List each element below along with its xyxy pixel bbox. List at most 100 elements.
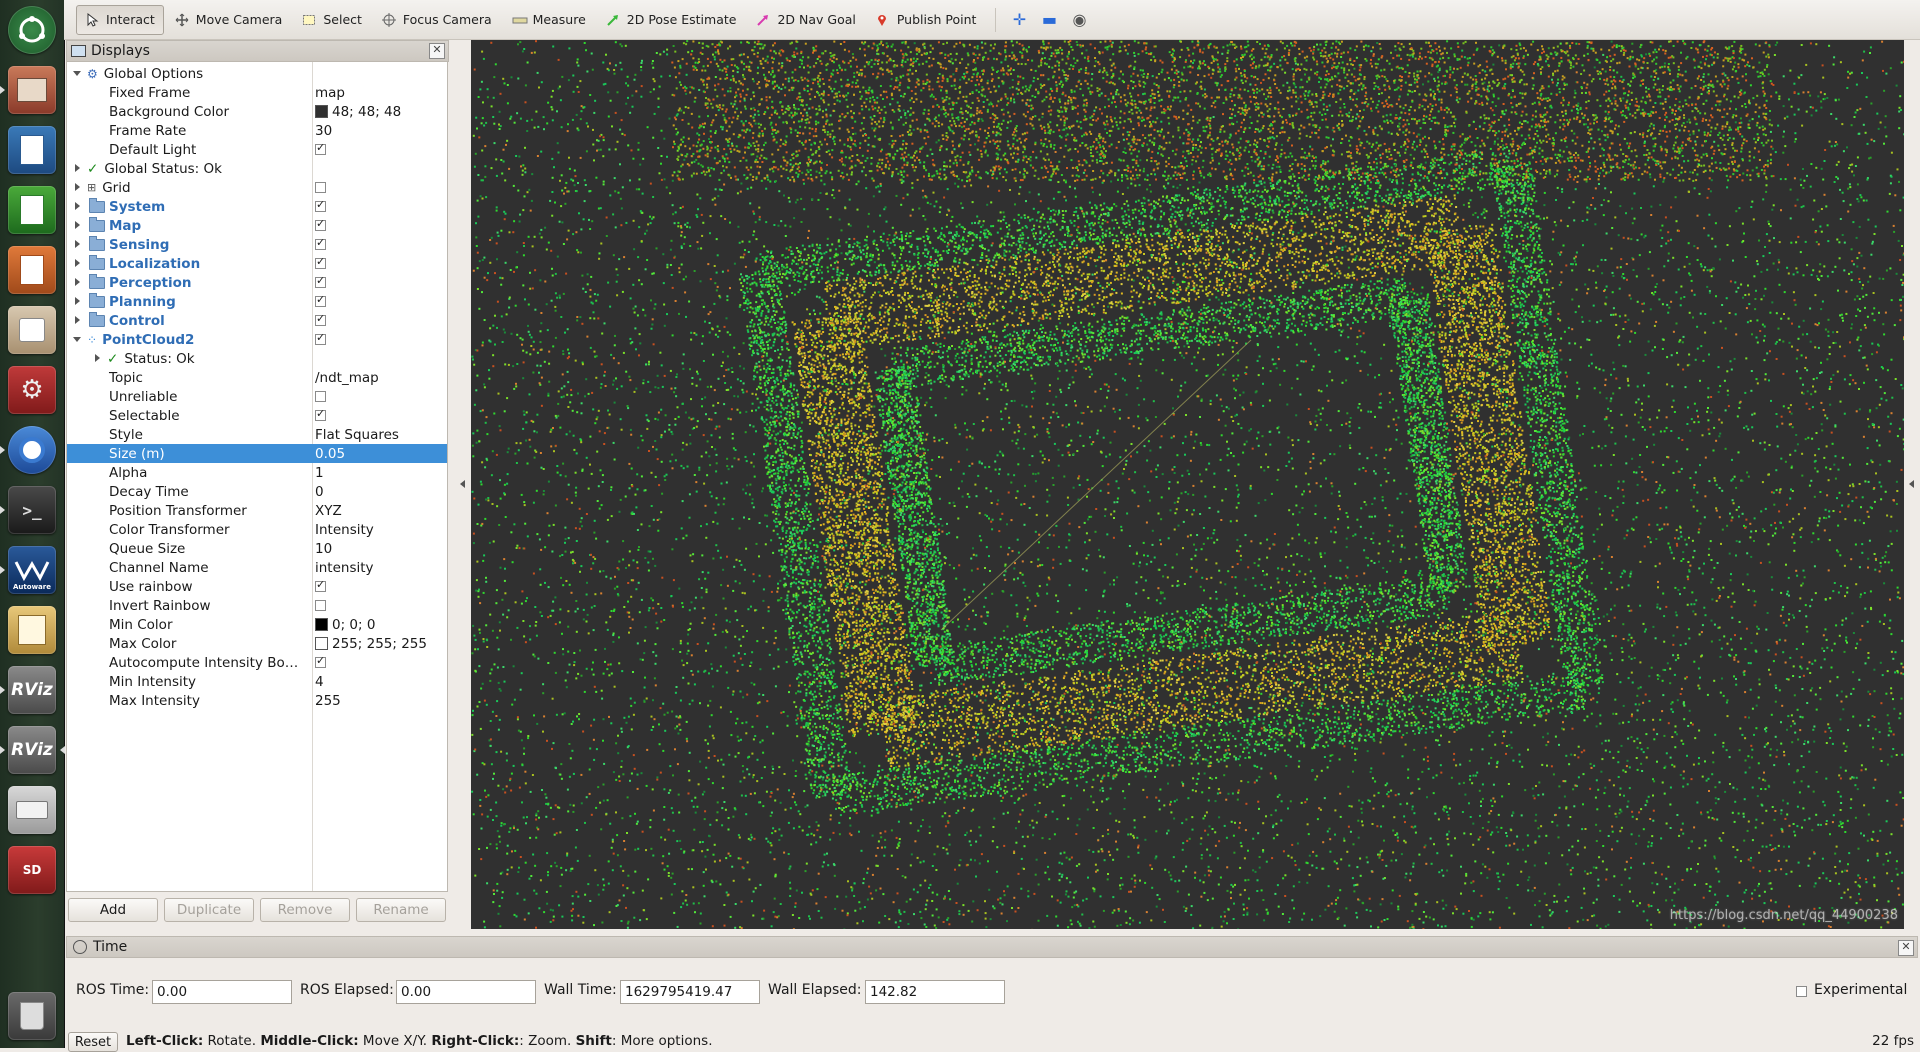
tree-row-grid[interactable]: ⊞ Grid [67, 178, 447, 197]
tree-row-min-color[interactable]: Min Color 0; 0; 0 [67, 615, 447, 634]
expand-arrow-icon[interactable] [73, 337, 81, 342]
chromium-icon[interactable] [8, 426, 56, 474]
tree-row-background-color[interactable]: Background Color 48; 48; 48 [67, 102, 447, 121]
checkbox[interactable] [315, 334, 326, 345]
tree-row-decay-time[interactable]: Decay Time 0 [67, 482, 447, 501]
pose-estimate-tool[interactable]: 2D Pose Estimate [597, 5, 746, 35]
row-value[interactable]: intensity [315, 560, 374, 576]
tree-row-invert-rainbow[interactable]: Invert Rainbow [67, 596, 447, 615]
ros-time-field[interactable]: 0.00 [152, 980, 292, 1004]
tree-row-topic[interactable]: Topic /ndt_map [67, 368, 447, 387]
sd-card-icon[interactable]: SD [8, 846, 56, 894]
software-center-icon[interactable] [8, 306, 56, 354]
expand-arrow-icon[interactable] [75, 259, 80, 267]
select-tool[interactable]: Select [293, 5, 371, 35]
row-value[interactable]: 1 [315, 465, 324, 481]
expand-arrow-icon[interactable] [75, 183, 80, 191]
row-value-wrap[interactable]: 255; 255; 255 [315, 636, 427, 652]
row-value-wrap[interactable]: 48; 48; 48 [315, 104, 401, 120]
close-icon[interactable]: ✕ [1898, 940, 1914, 956]
tree-row-use-rainbow[interactable]: Use rainbow [67, 577, 447, 596]
tree-row-autocompute[interactable]: Autocompute Intensity Bo… [67, 653, 447, 672]
autoware-icon[interactable]: Autoware [8, 546, 56, 594]
duplicate-button[interactable]: Duplicate [164, 898, 254, 922]
checkbox[interactable] [315, 600, 326, 611]
drive-icon[interactable] [8, 786, 56, 834]
tree-row-default-light[interactable]: Default Light [67, 140, 447, 159]
trash-icon[interactable] [8, 992, 56, 1040]
checkbox[interactable] [315, 296, 326, 307]
checkbox[interactable] [315, 239, 326, 250]
tree-row-fixed-frame[interactable]: Fixed Frame map [67, 83, 447, 102]
row-value[interactable]: 30 [315, 123, 332, 139]
tree-row-perception[interactable]: Perception [67, 273, 447, 292]
tree-row-localization[interactable]: Localization [67, 254, 447, 273]
add-button[interactable]: Add [68, 898, 158, 922]
rename-button[interactable]: Rename [356, 898, 446, 922]
row-value[interactable]: 4 [315, 674, 324, 690]
expand-arrow-icon[interactable] [75, 202, 80, 210]
row-value[interactable]: 10 [315, 541, 332, 557]
tree-row-position-transformer[interactable]: Position Transformer XYZ [67, 501, 447, 520]
checkbox[interactable] [315, 581, 326, 592]
expand-arrow-icon[interactable] [75, 221, 80, 229]
row-value[interactable]: Flat Squares [315, 427, 399, 443]
tree-row-frame-rate[interactable]: Frame Rate 30 [67, 121, 447, 140]
row-value[interactable]: 0.05 [315, 446, 345, 462]
writer-icon[interactable] [8, 126, 56, 174]
expand-arrow-icon[interactable] [75, 316, 80, 324]
tree-row-max-intensity[interactable]: Max Intensity 255 [67, 691, 447, 710]
row-value[interactable]: 0 [315, 484, 324, 500]
checkbox[interactable] [315, 201, 326, 212]
focus-camera-tool[interactable]: Focus Camera [373, 5, 501, 35]
close-icon[interactable]: ✕ [429, 43, 445, 59]
tree-row-size[interactable]: Size (m) 0.05 [67, 444, 447, 463]
collapse-right-icon[interactable] [1909, 480, 1914, 488]
interact-tool[interactable]: Interact [76, 5, 164, 35]
checkbox[interactable] [315, 391, 326, 402]
expand-arrow-icon[interactable] [75, 164, 80, 172]
row-value[interactable]: map [315, 85, 345, 101]
checkbox[interactable] [315, 410, 326, 421]
tree-row-global-status[interactable]: ✓ Global Status: Ok [67, 159, 447, 178]
tree-row-control[interactable]: Control [67, 311, 447, 330]
rviz-icon[interactable]: RViz [8, 666, 56, 714]
reset-button[interactable]: Reset [68, 1032, 118, 1052]
tree-row-status-ok[interactable]: ✓ Status: Ok [67, 349, 447, 368]
row-value[interactable]: 255 [315, 693, 341, 709]
checkbox[interactable] [315, 258, 326, 269]
tree-row-alpha[interactable]: Alpha 1 [67, 463, 447, 482]
tree-row-min-intensity[interactable]: Min Intensity 4 [67, 672, 447, 691]
add-tool-button[interactable]: ✛ [1004, 5, 1034, 35]
displays-tree[interactable]: ⚙ Global Options Fixed Frame map Backgrou… [66, 62, 448, 892]
row-value[interactable]: /ndt_map [315, 370, 379, 386]
tree-row-global-options[interactable]: ⚙ Global Options [67, 64, 447, 83]
measure-tool[interactable]: Measure [503, 5, 595, 35]
nav-goal-tool[interactable]: 2D Nav Goal [747, 5, 864, 35]
checkbox[interactable] [315, 220, 326, 231]
calc-icon[interactable] [8, 186, 56, 234]
tree-row-style[interactable]: Style Flat Squares [67, 425, 447, 444]
tree-row-max-color[interactable]: Max Color 255; 255; 255 [67, 634, 447, 653]
checkbox[interactable] [315, 657, 326, 668]
files-icon[interactable] [8, 66, 56, 114]
row-value-wrap[interactable]: 0; 0; 0 [315, 617, 375, 633]
publish-point-tool[interactable]: Publish Point [867, 5, 986, 35]
checkbox[interactable] [315, 315, 326, 326]
experimental-checkbox[interactable] [1796, 986, 1807, 997]
settings-icon[interactable]: ⚙ [8, 366, 56, 414]
row-value[interactable]: XYZ [315, 503, 342, 519]
rviz-icon-2[interactable]: RViz [8, 726, 56, 774]
checkbox[interactable] [315, 277, 326, 288]
tree-row-unreliable[interactable]: Unreliable [67, 387, 447, 406]
checkbox[interactable] [315, 144, 326, 155]
remove-tool-button[interactable]: ▬ [1034, 5, 1064, 35]
text-editor-icon[interactable] [8, 606, 56, 654]
ros-elapsed-field[interactable]: 0.00 [396, 980, 536, 1004]
tree-row-planning[interactable]: Planning [67, 292, 447, 311]
checkbox[interactable] [315, 182, 326, 193]
expand-arrow-icon[interactable] [75, 297, 80, 305]
impress-icon[interactable] [8, 246, 56, 294]
wall-elapsed-field[interactable]: 142.82 [865, 980, 1005, 1004]
remove-button[interactable]: Remove [260, 898, 350, 922]
